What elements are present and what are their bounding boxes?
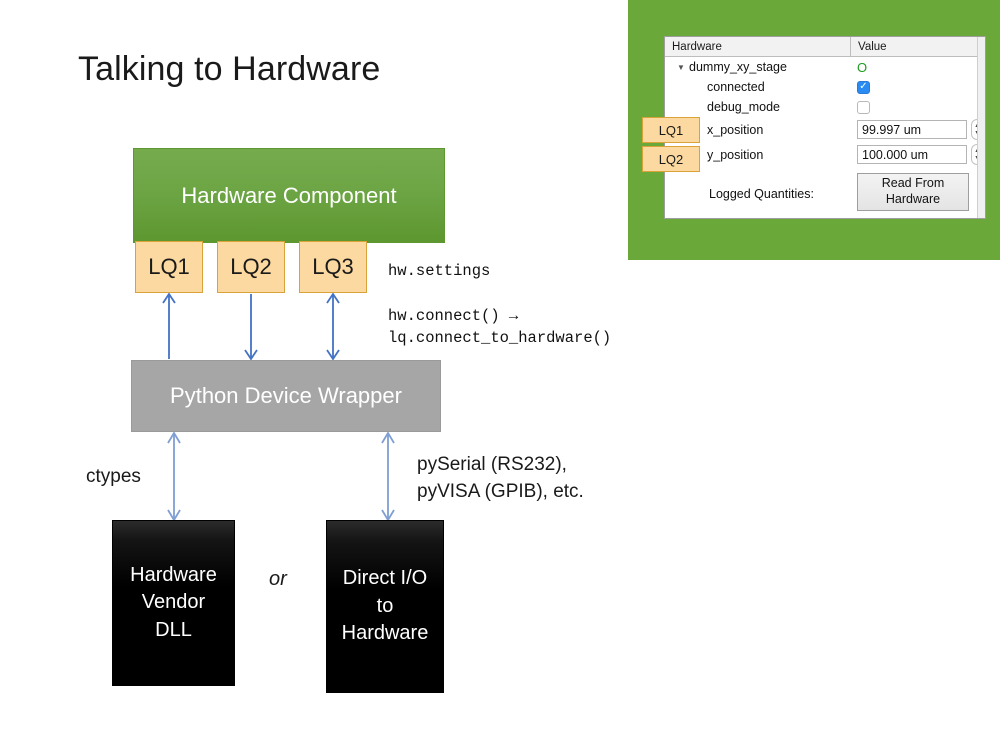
- python-device-wrapper-box: Python Device Wrapper: [131, 360, 441, 432]
- lq2-callout-label: LQ2: [658, 151, 684, 167]
- tree-row[interactable]: x_position 99.997 um ▲ ▼: [665, 117, 985, 142]
- hardware-vendor-dll-label: Hardware Vendor DLL: [130, 563, 217, 641]
- lq-chip-1: LQ1: [135, 241, 203, 293]
- arrow-lq1: [162, 292, 176, 359]
- hardware-component-box: Hardware Component: [133, 148, 445, 243]
- y-position-input[interactable]: 100.000 um: [857, 145, 967, 164]
- hw-settings-code-label: hw.settings: [388, 262, 491, 280]
- column-header-hardware[interactable]: Hardware: [665, 37, 851, 56]
- read-from-hardware-line1: Read From: [881, 176, 945, 191]
- lq-chip-3: LQ3: [299, 241, 367, 293]
- python-device-wrapper-label: Python Device Wrapper: [170, 383, 402, 408]
- column-header-value[interactable]: Value: [851, 37, 985, 56]
- x-position-input[interactable]: 99.997 um: [857, 120, 967, 139]
- hw-connect-code-label: hw.connect() → lq.connect_to_hardware(): [388, 307, 612, 348]
- vertical-scrollbar[interactable]: [977, 37, 985, 218]
- hardware-vendor-dll-box: Hardware Vendor DLL: [112, 520, 235, 686]
- page-title: Talking to Hardware: [78, 50, 381, 88]
- lq1-callout-badge: LQ1: [642, 117, 700, 143]
- hardware-tree-window: Hardware Value ▼ dummy_xy_stage O connec…: [664, 36, 986, 219]
- logged-quantities-row: Logged Quantities: Read From Hardware: [665, 173, 985, 211]
- status-indicator-icon: O: [857, 59, 868, 75]
- tree-row-name-cell: ▼ dummy_xy_stage: [665, 57, 851, 77]
- direct-io-to-hardware-box: Direct I/O to Hardware: [326, 520, 444, 693]
- tree-row-value-cell: 100.000 um ▲ ▼: [851, 142, 985, 167]
- tree-row[interactable]: y_position 100.000 um ▲ ▼: [665, 142, 985, 167]
- arrow-ctypes: [167, 431, 181, 522]
- read-from-hardware-line2: Hardware: [885, 192, 941, 206]
- arrow-direct-io: [381, 431, 395, 522]
- chevron-down-icon[interactable]: ▼: [665, 63, 689, 72]
- lq-chip-3-label: LQ3: [312, 254, 354, 279]
- tree-row-value-cell: O: [851, 57, 985, 77]
- connected-checkbox[interactable]: ✓: [857, 80, 870, 94]
- tree-header-row: Hardware Value: [665, 37, 985, 57]
- tree-row[interactable]: debug_mode: [665, 97, 985, 117]
- lq-chip-2: LQ2: [217, 241, 285, 293]
- direct-io-label: Direct I/O to Hardware: [341, 567, 429, 645]
- tree-row[interactable]: ▼ dummy_xy_stage O: [665, 57, 985, 77]
- lq-chip-2-label: LQ2: [230, 254, 272, 279]
- tree-row-name-cell: debug_mode: [665, 97, 851, 117]
- pyserial-pyvisa-annotation: pySerial (RS232), pyVISA (GPIB), etc.: [417, 454, 584, 502]
- tree-row-label: debug_mode: [707, 100, 780, 114]
- tree-row-name-cell: connected: [665, 77, 851, 97]
- lq1-callout-label: LQ1: [658, 122, 684, 138]
- tree-row-label: y_position: [707, 147, 764, 162]
- tree-row-label: dummy_xy_stage: [689, 60, 787, 74]
- arrow-lq2: [244, 294, 258, 361]
- ctypes-annotation: ctypes: [86, 466, 141, 487]
- lq2-callout-badge: LQ2: [642, 146, 700, 172]
- tree-row[interactable]: connected ✓: [665, 77, 985, 97]
- tree-row-label: connected: [707, 80, 765, 94]
- tree-row-value-cell: 99.997 um ▲ ▼: [851, 117, 985, 142]
- tree-row-value-cell: ✓: [851, 77, 985, 97]
- or-separator-label: or: [269, 568, 287, 590]
- tree-row-value-cell: [851, 97, 985, 117]
- debug-mode-checkbox[interactable]: [857, 100, 870, 114]
- logged-quantities-label: Logged Quantities:: [709, 187, 814, 201]
- tree-row-label: x_position: [707, 122, 764, 137]
- lq-chip-1-label: LQ1: [148, 254, 190, 279]
- hardware-component-label: Hardware Component: [181, 182, 397, 208]
- read-from-hardware-button[interactable]: Read From Hardware: [857, 173, 969, 211]
- arrow-lq3: [326, 292, 340, 361]
